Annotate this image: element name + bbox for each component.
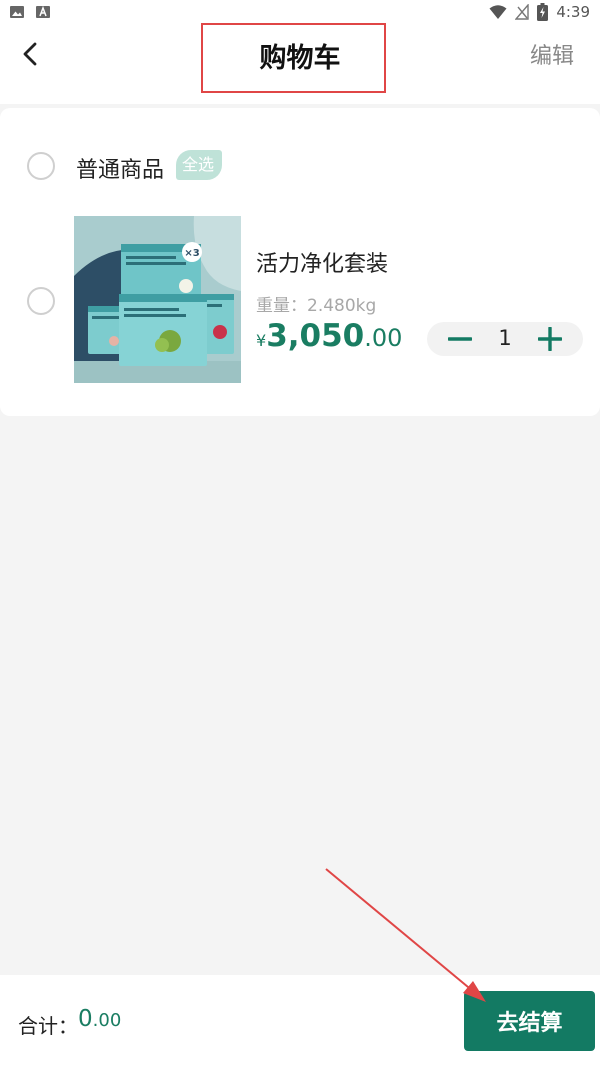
wifi-icon <box>489 5 507 19</box>
total-integer: 0 <box>78 1006 93 1032</box>
checkout-button[interactable]: 去结算 <box>464 991 595 1051</box>
text-notification-icon <box>36 5 50 18</box>
group-select-radio[interactable] <box>27 152 55 180</box>
battery-icon <box>537 3 549 21</box>
group-label: 普通商品 <box>76 158 165 183</box>
clock: 4:39 <box>556 3 590 21</box>
edit-button[interactable]: 编辑 <box>530 38 574 70</box>
checkout-bar: 合计： 0.00 去结算 <box>0 975 600 1066</box>
decrease-button[interactable] <box>435 322 485 356</box>
quantity-stepper: 1 <box>427 322 583 356</box>
price-decimal: .00 <box>364 324 403 352</box>
product-name[interactable]: 活力净化套装 <box>256 246 388 278</box>
total-label: 合计： <box>18 1014 78 1038</box>
total-decimal: .00 <box>92 1010 122 1031</box>
annotation-highlight-box <box>201 23 386 93</box>
image-notification-icon <box>10 6 24 18</box>
no-signal-icon <box>515 4 530 20</box>
product-weight: 重量：2.480kg <box>256 296 377 316</box>
price-currency: ¥ <box>256 331 267 350</box>
cart-group-card: 普通商品 全选 ×3 活力净化套装 重量：2.480kg ¥3,050.00 1 <box>0 108 600 416</box>
nav-header: 购物车 编辑 <box>0 23 600 104</box>
select-all-badge[interactable]: 全选 <box>176 150 223 180</box>
quantity-value[interactable]: 1 <box>482 326 528 350</box>
item-select-radio[interactable] <box>27 287 55 315</box>
product-price: ¥3,050.00 <box>256 318 402 354</box>
total-amount: 0.00 <box>78 1006 121 1032</box>
price-integer: 3,050 <box>266 318 365 354</box>
plus-icon <box>538 327 562 351</box>
increase-button[interactable] <box>525 322 575 356</box>
image-badge-text: ×3 <box>184 248 199 259</box>
product-image[interactable]: ×3 <box>74 216 241 383</box>
minus-icon <box>448 337 472 341</box>
